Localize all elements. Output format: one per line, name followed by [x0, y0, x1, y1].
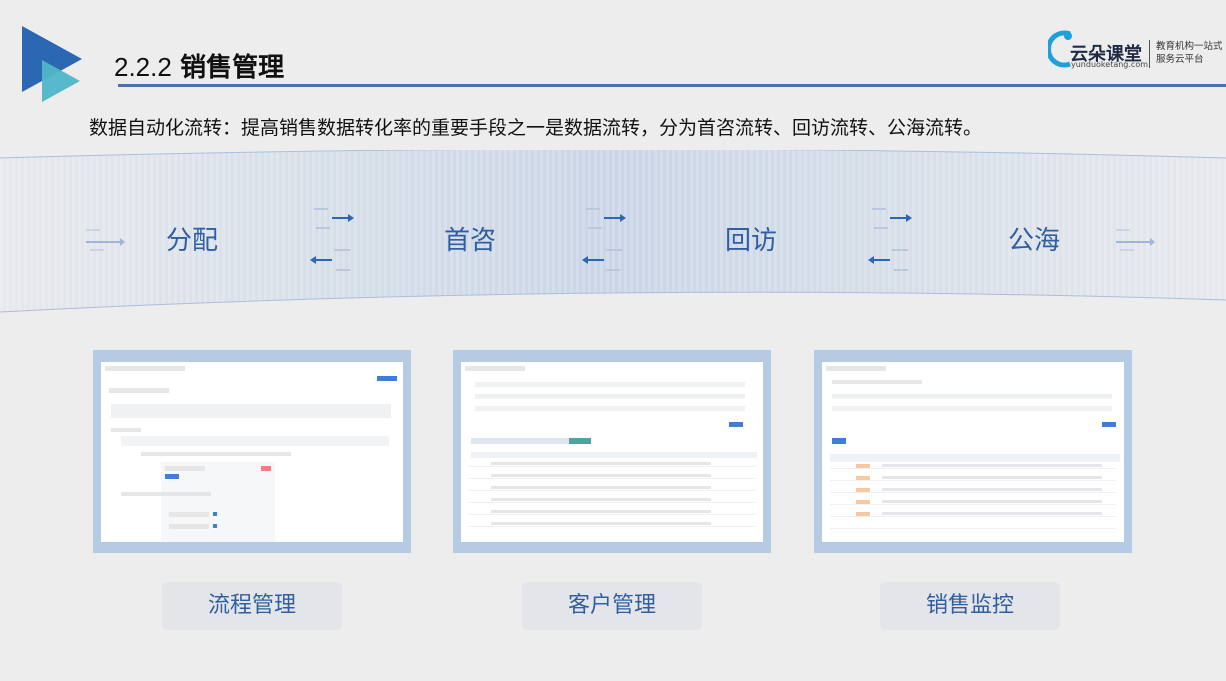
- intro-text: 数据自动化流转：提高销售数据转化率的重要手段之一是数据流转，分为首咨流转、回访流…: [89, 117, 983, 139]
- customer-management-button[interactable]: 客户管理: [522, 582, 702, 630]
- logo-url: yunduoketang.com: [1071, 60, 1149, 69]
- customer-management-screenshot: [453, 350, 771, 553]
- process-management-screenshot: [93, 350, 411, 553]
- header-divider: [118, 84, 1226, 87]
- sales-monitoring-button[interactable]: 销售监控: [880, 582, 1060, 630]
- logo-divider: [1149, 40, 1150, 68]
- logo-slogan: 教育机构一站式服务云平台: [1156, 41, 1223, 65]
- stage-follow-up: 回访: [725, 226, 778, 256]
- sales-monitoring-screenshot: [814, 350, 1132, 553]
- process-management-button[interactable]: 流程管理: [162, 582, 342, 630]
- page-title: 2.2.2 销售管理: [114, 52, 285, 83]
- stage-first-consult: 首咨: [444, 226, 497, 256]
- stage-allocate: 分配: [166, 226, 219, 256]
- play-logo-icon: [22, 26, 82, 102]
- stage-public-pool: 公海: [1008, 226, 1061, 256]
